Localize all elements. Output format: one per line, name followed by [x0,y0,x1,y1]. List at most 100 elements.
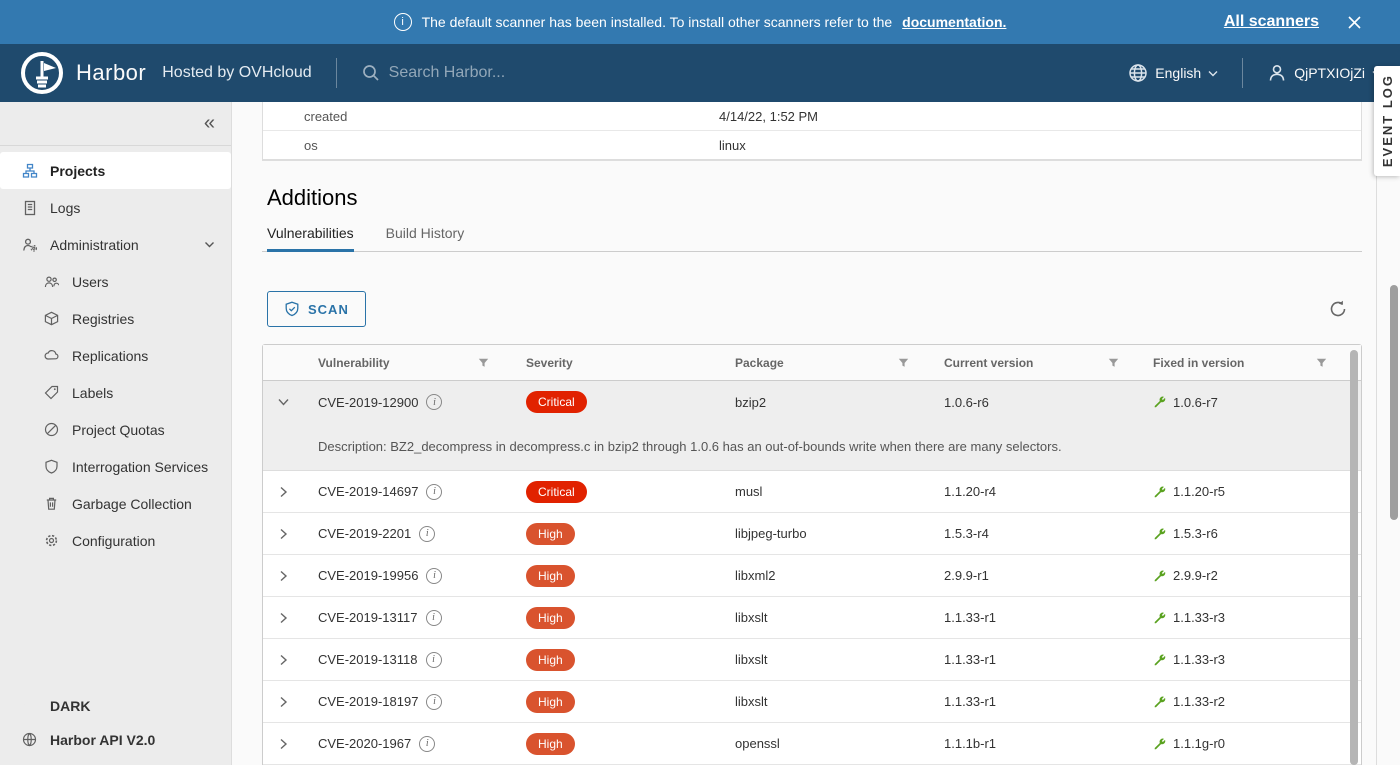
severity-badge: High [526,607,575,629]
chevron-down-icon [204,241,215,248]
vuln-table-body: CVE-2019-12900 i Critical bzip2 1.0.6-r6… [263,381,1361,765]
fix-wrench-icon [1153,395,1167,409]
package-cell: openssl [723,736,933,751]
info-icon[interactable]: i [426,652,442,668]
header-divider [336,58,337,88]
table-row: CVE-2019-14697 i Critical musl 1.1.20-r4… [263,471,1361,513]
labels-icon [44,385,60,401]
sidebar-item-garbage-collection[interactable]: Garbage Collection [0,485,231,522]
harbor-api-link[interactable]: Harbor API V2.0 [0,723,231,757]
current-version-cell: 1.0.6-r6 [933,395,1143,410]
refresh-icon[interactable] [1328,299,1348,319]
info-icon[interactable]: i [426,394,442,410]
chevron-down-icon [1208,70,1218,77]
sidebar-item-label: Projects [50,163,105,179]
event-log-tab[interactable]: EVENT LOG [1374,66,1400,176]
severity-badge: High [526,523,575,545]
dark-mode-toggle[interactable]: DARK [0,689,231,723]
current-version-cell: 1.1.33-r1 [933,610,1143,625]
additions-title: Additions [262,185,1362,211]
expand-caret-icon[interactable] [279,738,288,750]
info-icon[interactable]: i [426,694,442,710]
package-cell: libxslt [723,652,933,667]
severity-badge: Critical [526,481,587,503]
info-icon[interactable]: i [419,526,435,542]
column-header-severity: Severity [513,345,723,380]
window-scrollbar[interactable] [1390,285,1398,520]
sidebar-item-project-quotas[interactable]: Project Quotas [0,411,231,448]
sidebar-nav: « Projects Logs Administration Users [0,102,232,765]
content-right-edge [1376,176,1377,765]
info-icon[interactable]: i [426,610,442,626]
gear-icon [44,533,60,549]
cve-id: CVE-2019-19956 [318,568,418,583]
expand-caret-icon[interactable] [279,396,288,408]
expand-caret-icon[interactable] [279,486,288,498]
current-version-cell: 1.1.1b-r1 [933,736,1143,751]
globe-icon [1128,63,1148,83]
table-scrollbar[interactable] [1350,350,1358,765]
search-icon [361,63,381,83]
table-row: CVE-2019-19956 i High libxml2 2.9.9-r1 2… [263,555,1361,597]
sidebar-item-configuration[interactable]: Configuration [0,522,231,559]
current-version-cell: 1.1.33-r1 [933,652,1143,667]
vulnerability-table: Vulnerability Severity Package Current v… [262,344,1362,765]
search-input[interactable] [389,64,809,82]
language-selector[interactable]: English [1128,63,1218,83]
documentation-link[interactable]: documentation. [902,14,1006,30]
harbor-logo[interactable] [20,51,64,95]
table-row: CVE-2019-2201 i High libjpeg-turbo 1.5.3… [263,513,1361,555]
fix-wrench-icon [1153,611,1167,625]
expand-caret-icon[interactable] [279,528,288,540]
fixed-version-text: 1.1.33-r3 [1173,652,1225,667]
artifact-detail-card: created 4/14/22, 1:52 PM os linux [262,102,1362,161]
severity-badge: High [526,649,575,671]
info-icon[interactable]: i [426,568,442,584]
sidebar-collapse-button[interactable]: « [0,102,231,146]
sidebar-item-users[interactable]: Users [0,263,231,300]
sidebar-item-administration[interactable]: Administration [0,226,231,263]
detail-row: created 4/14/22, 1:52 PM [263,102,1361,131]
sidebar-item-label: Configuration [72,533,155,549]
expand-caret-icon[interactable] [279,654,288,666]
user-menu[interactable]: QjPTXIOjZi [1267,63,1382,83]
api-globe-icon [22,732,38,748]
filter-icon[interactable] [1316,358,1327,368]
package-cell: libxslt [723,694,933,709]
fixed-version-text: 1.0.6-r7 [1173,395,1218,410]
severity-badge: High [526,733,575,755]
language-label: English [1155,65,1201,81]
tab-build-history[interactable]: Build History [386,225,465,251]
sidebar-item-registries[interactable]: Registries [0,300,231,337]
filter-icon[interactable] [1108,358,1119,368]
sidebar-item-projects[interactable]: Projects [0,152,231,189]
close-banner-icon[interactable] [1347,15,1362,30]
fixed-version-text: 1.5.3-r6 [1173,526,1218,541]
scan-button[interactable]: SCAN [267,291,366,327]
info-icon[interactable]: i [419,736,435,752]
fixed-version-text: 1.1.1g-r0 [1173,736,1225,751]
expand-caret-icon[interactable] [279,612,288,624]
all-scanners-link[interactable]: All scanners [1224,13,1319,31]
tab-vulnerabilities[interactable]: Vulnerabilities [267,225,354,252]
brand-title[interactable]: Harbor [76,60,146,86]
severity-badge: High [526,565,575,587]
fix-wrench-icon [1153,653,1167,667]
package-cell: libxslt [723,610,933,625]
info-icon[interactable]: i [426,484,442,500]
package-cell: bzip2 [723,395,933,410]
expand-caret-icon[interactable] [279,570,288,582]
shield-icon [44,459,60,475]
trash-icon [44,496,60,512]
filter-icon[interactable] [898,358,909,368]
sidebar-item-label: Replications [72,348,148,364]
filter-icon[interactable] [478,358,489,368]
expand-caret-icon[interactable] [279,696,288,708]
expand-column-header [263,345,303,380]
sidebar-item-replications[interactable]: Replications [0,337,231,374]
sidebar-item-logs[interactable]: Logs [0,189,231,226]
sidebar-item-labels[interactable]: Labels [0,374,231,411]
event-log-label: EVENT LOG [1380,74,1395,167]
header-divider [1242,58,1243,88]
sidebar-item-interrogation-services[interactable]: Interrogation Services [0,448,231,485]
